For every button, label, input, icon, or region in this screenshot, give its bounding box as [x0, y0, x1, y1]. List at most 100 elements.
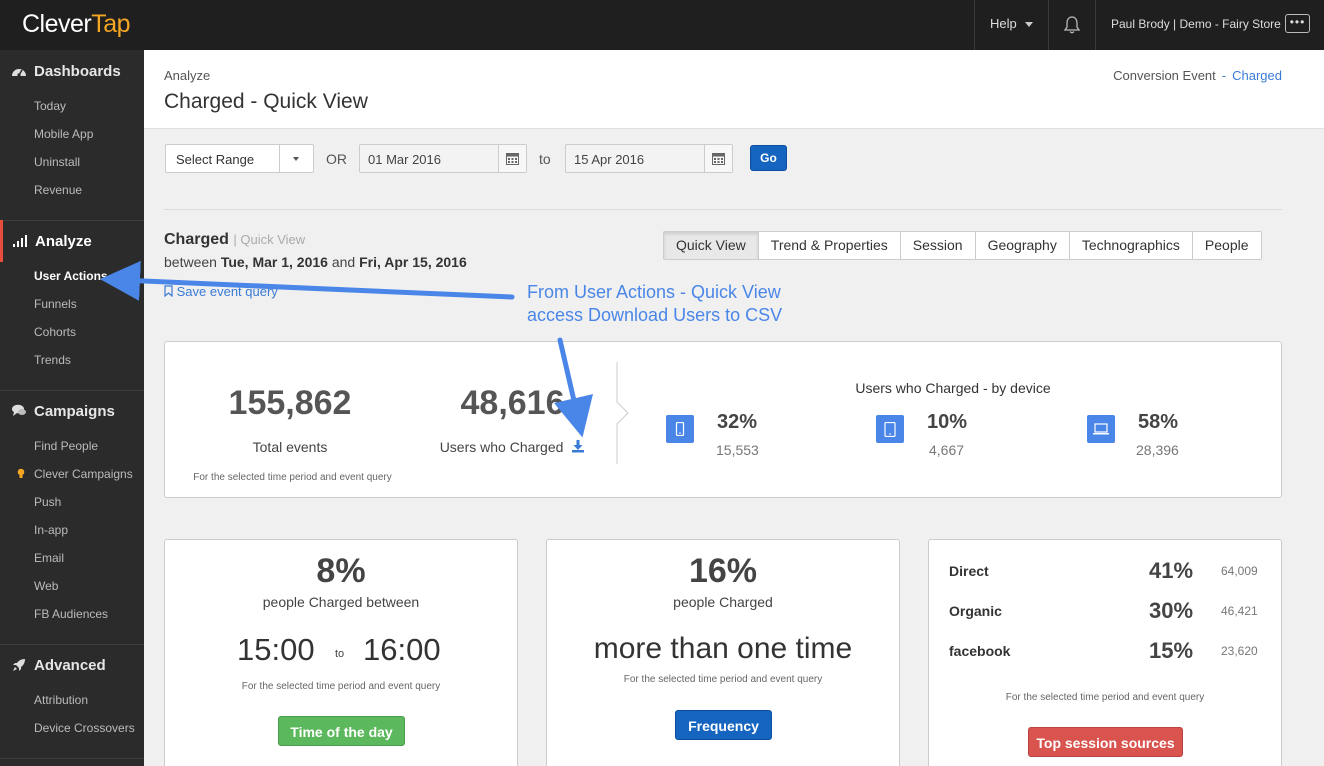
sidebar-item-revenue[interactable]: Revenue: [0, 176, 144, 204]
conversion-event: Conversion Event - Charged: [1113, 68, 1282, 83]
tab-geography[interactable]: Geography: [974, 232, 1069, 259]
to-label: to: [539, 151, 551, 167]
from-date-input[interactable]: 01 Mar 2016: [359, 144, 527, 173]
sidebar-section-dashboards: Dashboards Today Mobile App Uninstall Re…: [0, 50, 144, 204]
device-tablet-count: 4,667: [929, 442, 965, 458]
sidebar-item-clever-campaigns[interactable]: Clever Campaigns: [0, 460, 144, 488]
users-label: Users who Charged: [420, 439, 605, 455]
sidebar-item-email[interactable]: Email: [0, 544, 144, 572]
tab-trend-properties[interactable]: Trend & Properties: [757, 232, 900, 259]
sidebar-item-mobile-app[interactable]: Mobile App: [0, 120, 144, 148]
sidebar-section-advanced: Advanced Attribution Device Crossovers: [0, 644, 144, 742]
device-tablet-pct: 10%: [927, 411, 968, 433]
device-mobile-pct: 32%: [717, 411, 758, 433]
annotation-callout: From User Actions - Quick View access Do…: [527, 282, 783, 325]
sidebar-item-attribution[interactable]: Attribution: [0, 686, 144, 714]
sidebar-item-push[interactable]: Push: [0, 488, 144, 516]
sidebar-header-analyze[interactable]: Analyze: [0, 220, 144, 262]
source-organic-count: 46,421: [1221, 604, 1258, 618]
event-title: Charged | Quick View: [164, 231, 306, 248]
time-of-the-day-button[interactable]: Time of the day: [278, 716, 405, 746]
sidebar-item-uninstall[interactable]: Uninstall: [0, 148, 144, 176]
sources-footnote: For the selected time period and event q…: [1005, 692, 1205, 703]
chat-icon: [10, 404, 28, 418]
bell-icon[interactable]: [1063, 15, 1081, 35]
chevron-down-icon: [293, 157, 299, 161]
time-from: 15:00: [237, 632, 315, 667]
time-of-day-card: 8% people Charged between 15:00 to 16:00…: [164, 539, 518, 766]
sidebar: Dashboards Today Mobile App Uninstall Re…: [0, 50, 144, 766]
freq-footnote: For the selected time period and event q…: [623, 674, 823, 685]
to-date-input[interactable]: 15 Apr 2016: [565, 144, 733, 173]
clevertap-logo[interactable]: CleverTap: [22, 10, 131, 39]
page-title: Charged - Quick View: [164, 90, 368, 113]
device-desktop-count: 28,396: [1136, 442, 1179, 458]
bookmark-icon: [164, 285, 173, 298]
rocket-icon: [10, 658, 28, 672]
account-menu[interactable]: Paul Brody | Demo - Fairy Store: [1111, 17, 1281, 31]
tab-session[interactable]: Session: [899, 232, 975, 259]
download-icon[interactable]: [571, 440, 585, 453]
go-button[interactable]: Go: [750, 145, 787, 171]
device-desktop-pct: 58%: [1138, 411, 1179, 433]
calendar-icon[interactable]: [498, 145, 526, 172]
sidebar-item-funnels[interactable]: Funnels: [0, 290, 144, 318]
freq-pct: 16%: [688, 552, 758, 590]
section-divider: [164, 209, 1282, 210]
total-events-label: Total events: [252, 439, 328, 455]
sidebar-item-trends[interactable]: Trends: [0, 346, 144, 374]
frequency-button[interactable]: Frequency: [675, 710, 772, 740]
save-event-query-link[interactable]: Save event query: [164, 284, 278, 299]
sidebar-item-today[interactable]: Today: [0, 92, 144, 120]
time-to: 16:00: [363, 632, 441, 667]
topbar-divider: [1095, 0, 1096, 50]
source-facebook-count: 23,620: [1221, 644, 1258, 658]
sidebar-item-user-actions[interactable]: User Actions: [0, 262, 144, 290]
date-range-summary: between Tue, Mar 1, 2016 and Fri, Apr 15…: [164, 254, 467, 270]
sidebar-item-device-crossovers[interactable]: Device Crossovers: [0, 714, 144, 742]
sidebar-item-fb-audiences[interactable]: FB Audiences: [0, 600, 144, 628]
tablet-icon: [876, 415, 904, 443]
sidebar-item-find-people[interactable]: Find People: [0, 432, 144, 460]
time-pct: 8%: [316, 552, 366, 590]
sidebar-divider: [0, 758, 144, 759]
mobile-icon: [666, 415, 694, 443]
calendar-icon[interactable]: [704, 145, 732, 172]
range-select[interactable]: Select Range: [165, 144, 314, 173]
freq-sub: people Charged: [673, 594, 773, 610]
sidebar-item-cohorts[interactable]: Cohorts: [0, 318, 144, 346]
sidebar-header-advanced[interactable]: Advanced: [0, 644, 144, 686]
help-menu[interactable]: Help: [990, 16, 1033, 31]
desktop-icon: [1087, 415, 1115, 443]
bar-chart-icon: [11, 234, 29, 248]
source-organic-name: Organic: [949, 603, 1002, 619]
breadcrumb[interactable]: Analyze: [164, 68, 210, 83]
source-facebook-name: facebook: [949, 643, 1011, 659]
time-to-label: to: [335, 648, 345, 660]
tab-quick-view[interactable]: Quick View: [664, 232, 758, 259]
page-header: Analyze Charged - Quick View Conversion …: [144, 50, 1324, 129]
frequency-card: 16% people Charged more than one time Fo…: [546, 539, 900, 766]
source-direct-name: Direct: [949, 563, 989, 579]
total-events-value: 155,862: [228, 384, 352, 422]
time-sub: people Charged between: [262, 594, 420, 610]
top-session-sources-button[interactable]: Top session sources: [1028, 727, 1183, 757]
session-sources-card: Direct 41% 64,009 Organic 30% 46,421 fac…: [928, 539, 1282, 766]
source-organic-pct: 30%: [1149, 598, 1194, 623]
conversion-event-link[interactable]: Charged: [1232, 68, 1282, 83]
device-mobile-count: 15,553: [716, 442, 759, 458]
topbar-divider: [1048, 0, 1049, 50]
topbar-divider: [974, 0, 975, 50]
sidebar-header-dashboards[interactable]: Dashboards: [0, 50, 144, 92]
tab-people[interactable]: People: [1191, 232, 1261, 259]
sidebar-header-campaigns[interactable]: Campaigns: [0, 390, 144, 432]
device-title: Users who Charged - by device: [855, 380, 1051, 396]
top-bar: CleverTap Help Paul Brody | Demo - Fairy…: [0, 0, 1324, 50]
more-options-button[interactable]: •••: [1285, 14, 1310, 33]
tab-technographics[interactable]: Technographics: [1068, 232, 1192, 259]
sidebar-item-web[interactable]: Web: [0, 572, 144, 600]
lightbulb-icon: [17, 468, 25, 478]
chevron-right-divider: [616, 362, 629, 464]
sidebar-section-campaigns: Campaigns Find People Clever Campaigns P…: [0, 390, 144, 628]
sidebar-item-in-app[interactable]: In-app: [0, 516, 144, 544]
